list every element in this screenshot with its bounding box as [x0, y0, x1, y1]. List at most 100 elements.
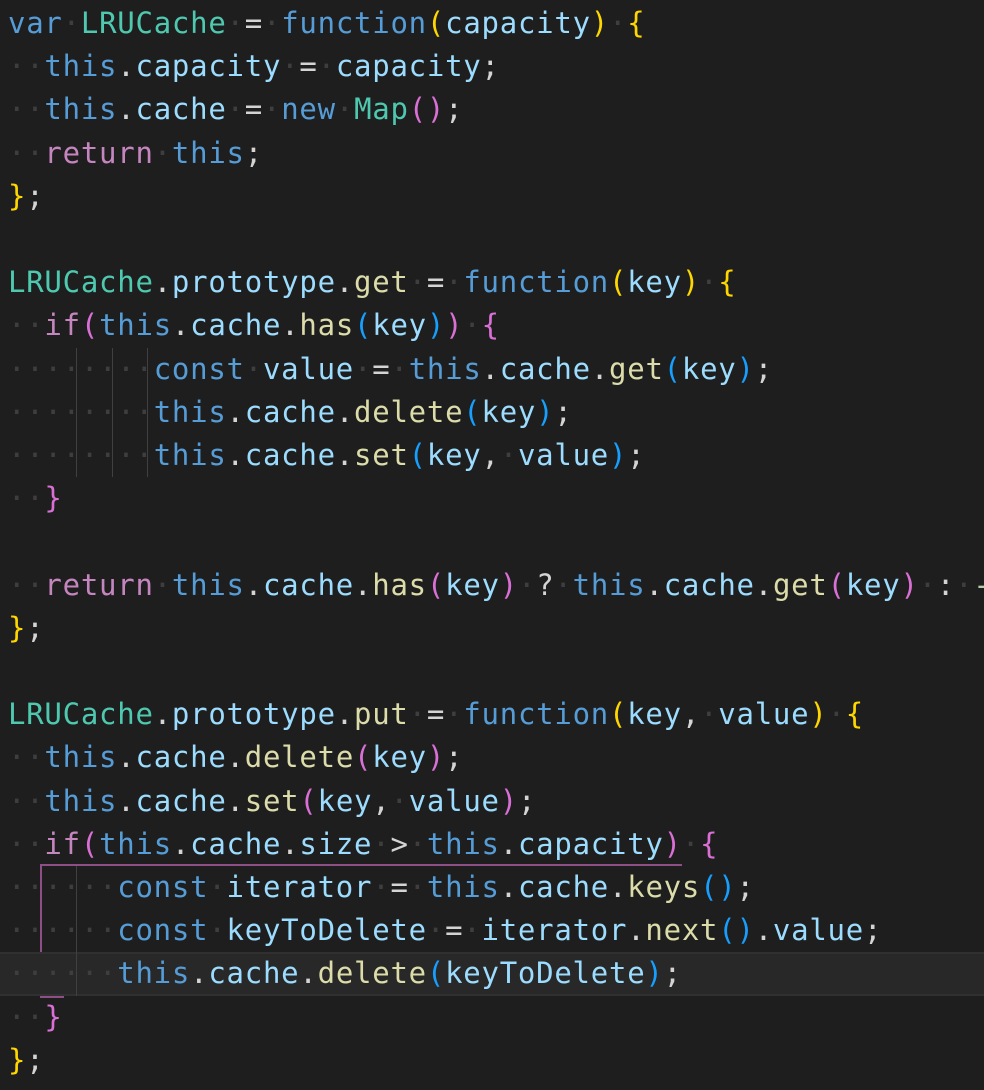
- code-line[interactable]: };: [0, 175, 984, 218]
- code-token: }: [8, 1042, 27, 1077]
- code-token: (: [80, 308, 100, 343]
- code-token: ;: [26, 610, 45, 645]
- code-line[interactable]: ··this.cache.delete(key);: [0, 736, 984, 779]
- code-token: .: [171, 308, 191, 343]
- whitespace-marker: ·: [354, 351, 373, 386]
- code-token: get: [772, 567, 828, 602]
- whitespace-marker: ··: [8, 999, 45, 1034]
- code-token: const: [153, 351, 245, 386]
- code-line[interactable]: ··return·this;: [0, 132, 984, 175]
- whitespace-marker: ··: [80, 870, 118, 904]
- whitespace-marker: ·: [317, 49, 336, 84]
- code-token: Map: [354, 92, 409, 127]
- code-token: key: [372, 740, 427, 775]
- whitespace-marker: ··: [8, 92, 45, 127]
- code-token: key: [372, 308, 427, 343]
- whitespace-marker: ·: [554, 567, 573, 602]
- code-token: key: [317, 783, 373, 818]
- code-token: delete: [244, 740, 355, 775]
- code-line[interactable]: ··this.cache.set(key,·value);: [0, 780, 984, 823]
- code-token: .: [499, 826, 518, 861]
- code-token: if: [44, 826, 81, 861]
- code-line[interactable]: ··if(this.cache.size·>·this.capacity)·{: [0, 823, 984, 866]
- code-token: ): [900, 567, 919, 602]
- code-token: .: [281, 826, 300, 861]
- code-token: ): [499, 783, 518, 818]
- code-token: =: [445, 913, 464, 948]
- code-token: (: [299, 783, 318, 818]
- code-line[interactable]: ··return·this.cache.has(key)·?·this.cach…: [0, 564, 984, 607]
- code-line[interactable]: LRUCache.prototype.put·=·function(key,·v…: [0, 693, 984, 736]
- code-token: {: [627, 6, 646, 40]
- code-token: {: [481, 308, 500, 343]
- code-editor[interactable]: var·LRUCache·=·function(capacity)·{··thi…: [0, 0, 984, 1090]
- code-line[interactable]: ······const·iterator·=·this.cache.keys()…: [0, 866, 984, 909]
- code-line[interactable]: LRUCache.prototype.get·=·function(key)·{: [0, 261, 984, 304]
- code-token: value: [262, 351, 355, 386]
- code-token: cache: [190, 826, 282, 861]
- code-line[interactable]: [0, 218, 984, 261]
- whitespace-marker: ··: [8, 783, 45, 818]
- whitespace-marker: ········: [8, 438, 154, 472]
- code-line[interactable]: [0, 520, 984, 563]
- code-token: key: [426, 438, 482, 472]
- code-token: .: [226, 740, 245, 775]
- code-line[interactable]: ··}: [0, 477, 984, 520]
- code-line[interactable]: };: [0, 607, 984, 650]
- code-token: >: [390, 826, 409, 861]
- code-token: this: [426, 870, 500, 904]
- code-token: LRUCache: [8, 265, 154, 300]
- code-line-text: ··this.cache.delete(key);: [8, 736, 463, 779]
- code-token: prototype: [171, 697, 336, 732]
- code-token: .: [627, 913, 646, 948]
- whitespace-marker: ·: [499, 438, 518, 472]
- code-line[interactable]: };: [0, 1039, 984, 1082]
- indent-guide: [112, 390, 113, 434]
- code-token: this: [572, 567, 646, 602]
- code-line[interactable]: ······this.cache.delete(keyToDelete);: [0, 952, 984, 996]
- code-token: ,: [681, 697, 701, 732]
- code-token: .: [153, 265, 172, 300]
- code-token: ): [536, 394, 555, 429]
- code-line[interactable]: ··}: [0, 996, 984, 1039]
- code-line[interactable]: ··this.capacity·=·capacity;: [0, 45, 984, 88]
- code-token: :: [936, 567, 956, 602]
- code-token: set: [354, 438, 409, 472]
- code-token: this: [153, 394, 227, 429]
- code-token: LRUCache: [8, 697, 154, 732]
- whitespace-marker: ··: [8, 567, 45, 602]
- code-line[interactable]: [0, 650, 984, 693]
- code-line-text: ··}: [8, 996, 63, 1039]
- code-token: key: [445, 567, 500, 602]
- code-line-text: ··if(this.cache.has(key))·{: [8, 304, 500, 347]
- code-token: =: [426, 265, 446, 300]
- code-token: =: [372, 351, 391, 386]
- code-token: ;: [244, 135, 263, 170]
- whitespace-marker: ·: [445, 697, 464, 732]
- code-token: has: [299, 308, 355, 343]
- code-token: cache: [135, 783, 227, 818]
- code-token: ;: [517, 783, 537, 818]
- whitespace-marker: ·: [226, 6, 245, 40]
- code-token: this: [426, 826, 500, 861]
- code-token: .: [244, 567, 263, 602]
- code-token: .: [117, 92, 136, 127]
- code-line[interactable]: var·LRUCache·=·function(capacity)·{: [0, 2, 984, 45]
- code-line-text: ··this.capacity·=·capacity;: [8, 45, 500, 88]
- whitespace-marker: ·: [208, 913, 227, 948]
- code-line[interactable]: ··if(this.cache.has(key))·{: [0, 304, 984, 347]
- code-line-text: ··this.cache.set(key,·value);: [8, 780, 536, 823]
- whitespace-marker: ·: [390, 351, 409, 386]
- code-token: =: [426, 697, 446, 732]
- code-line[interactable]: ······const·keyToDelete·=·iterator.next(…: [0, 909, 984, 952]
- code-token: .: [281, 308, 300, 343]
- code-line[interactable]: ··this.cache·=·new·Map();: [0, 88, 984, 131]
- code-token: ): [736, 351, 755, 386]
- indent-guide: [147, 390, 148, 434]
- code-token: (: [609, 697, 628, 732]
- code-token: =: [244, 6, 263, 40]
- code-token: }: [44, 999, 63, 1034]
- code-token: =: [244, 92, 263, 127]
- code-token: .: [609, 870, 628, 904]
- code-token: ;: [481, 49, 500, 84]
